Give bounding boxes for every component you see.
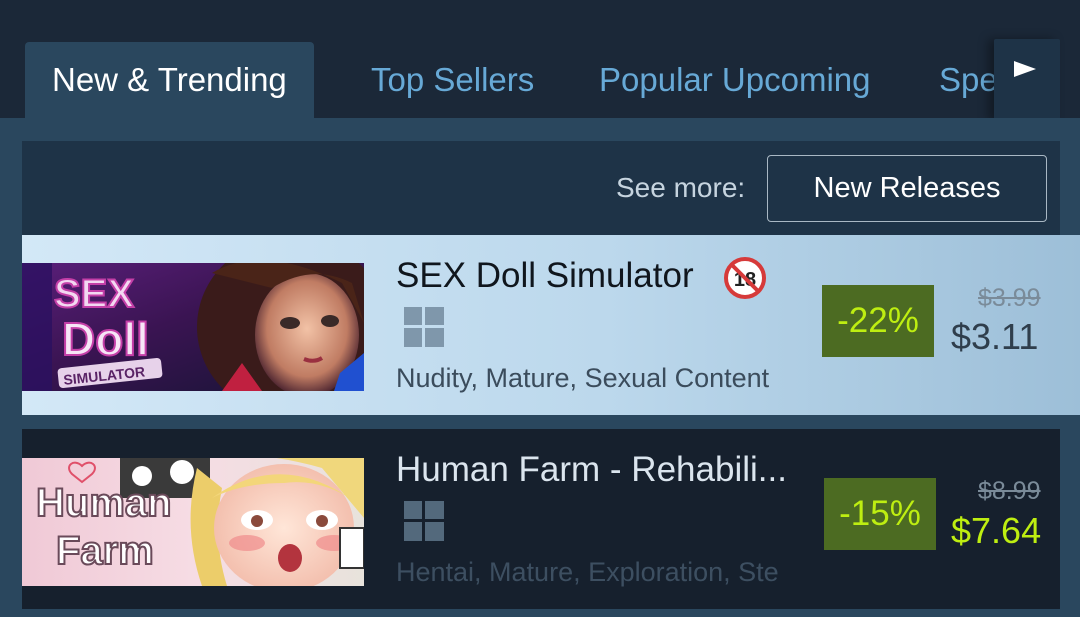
tab-popular-upcoming[interactable]: Popular Upcoming [599, 42, 870, 118]
original-price: $8.99 [978, 477, 1041, 505]
discount-badge: -15% [824, 478, 936, 550]
game-capsule-image: SEX Doll SIMULATOR [22, 263, 364, 391]
tab-scroll-button[interactable] [994, 39, 1060, 121]
discount-badge: -22% [822, 285, 934, 357]
capsule-title-line1: Human [36, 481, 172, 525]
game-title: Human Farm - Rehabili... [396, 450, 787, 489]
final-price: $7.64 [951, 510, 1042, 551]
play-right-icon [1014, 61, 1036, 77]
game-row[interactable]: SEX Doll SIMULATOR SEX Doll Simulator 18… [22, 235, 1080, 415]
capsule-title-line1: SEX [54, 272, 134, 316]
final-price: $3.11 [951, 316, 1039, 357]
capsule-title-line2: Doll [62, 313, 149, 365]
game-row[interactable]: Human Farm Human Farm - Rehabili... Hent… [22, 429, 1060, 609]
game-tags: Nudity, Mature, Sexual Content [396, 363, 770, 393]
under-18-prohibited-icon: 18 [724, 257, 766, 299]
original-price: $3.99 [978, 284, 1041, 312]
tab-new-trending[interactable]: New & Trending [25, 42, 314, 118]
store-page: New & Trending Top Sellers Popular Upcom… [0, 0, 1080, 617]
tab-strip: New & Trending Top Sellers Popular Upcom… [0, 0, 1080, 121]
game-capsule-image: Human Farm [22, 458, 364, 586]
tab-top-sellers[interactable]: Top Sellers [371, 42, 534, 118]
game-tags: Hentai, Mature, Exploration, Ste [396, 557, 779, 587]
capsule-title-line2: Farm [56, 529, 154, 573]
windows-icon [404, 307, 444, 347]
game-title: SEX Doll Simulator [396, 256, 694, 295]
see-more-label: See more: [616, 172, 746, 203]
new-releases-button[interactable]: New Releases [767, 155, 1047, 222]
tab-specials[interactable]: Spe [939, 42, 998, 118]
windows-icon [404, 501, 444, 541]
